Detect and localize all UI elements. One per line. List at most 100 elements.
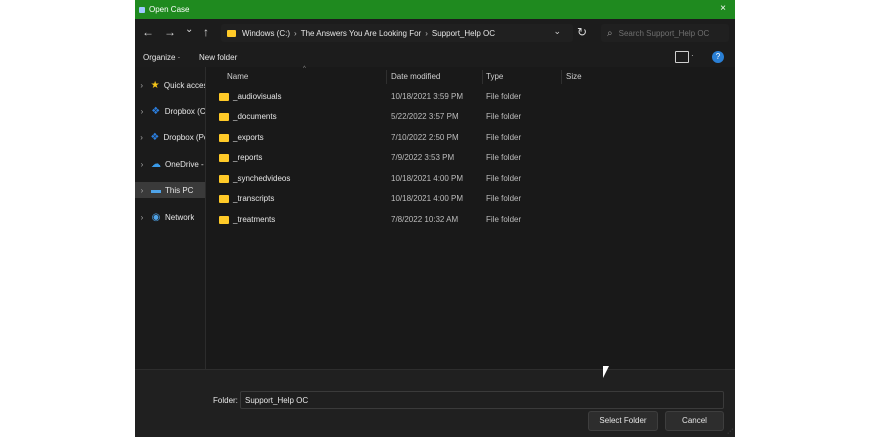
sidebar-item-onedrive[interactable]: › ☁ OneDrive - <box>135 156 205 172</box>
dropbox-icon: ❖ <box>151 105 161 117</box>
refresh-icon[interactable]: ↻ <box>577 25 587 39</box>
file-date: 10/18/2021 4:00 PM <box>391 194 464 203</box>
sidebar-item-label: OneDrive - <box>165 159 204 169</box>
column-divider[interactable] <box>386 70 387 84</box>
title-bar: Open Case × <box>135 0 735 19</box>
file-name: _audiovisuals <box>233 92 282 101</box>
sidebar-item-dropbox-c[interactable]: › ❖ Dropbox (C <box>135 103 205 119</box>
file-row[interactable]: _exports 7/10/2022 2:50 PM File folder <box>206 129 735 149</box>
navigation-bar: ← → ⌄ ↑ Windows (C:) › The Answers You A… <box>135 19 735 47</box>
sidebar-item-label: This PC <box>165 185 194 195</box>
folder-icon <box>219 154 229 162</box>
sidebar-item-label: Quick acces <box>163 80 205 90</box>
file-row[interactable]: _audiovisuals 10/18/2021 3:59 PM File fo… <box>206 88 735 108</box>
navigation-pane: › ★ Quick acces › ❖ Dropbox (C › ❖ Dropb… <box>135 67 206 369</box>
folder-icon <box>219 134 229 142</box>
file-row[interactable]: _transcripts 10/18/2021 4:00 PM File fol… <box>206 190 735 210</box>
file-name: _documents <box>233 112 277 121</box>
folder-input[interactable] <box>241 392 723 408</box>
file-type: File folder <box>486 112 522 121</box>
sidebar-item-network[interactable]: › ◉ Network <box>135 209 205 225</box>
search-icon: ⌕ <box>607 27 613 39</box>
file-type: File folder <box>486 174 522 183</box>
forward-icon[interactable]: → <box>164 25 176 39</box>
chevron-down-icon[interactable]: ⌄ <box>553 26 561 37</box>
file-type: File folder <box>486 215 522 224</box>
column-header-date[interactable]: Date modified <box>391 72 440 81</box>
column-divider[interactable] <box>482 70 483 84</box>
file-name: _reports <box>233 153 263 162</box>
sidebar-item-label: Network <box>165 212 195 222</box>
computer-icon: ▬ <box>151 184 161 196</box>
organize-button[interactable]: Organize · <box>143 53 180 62</box>
open-case-dialog: Open Case × ← → ⌄ ↑ Windows (C:) › The A… <box>135 0 735 437</box>
file-list: ^ Name Date modified Type Size _audiovis… <box>206 66 735 369</box>
breadcrumb-drive[interactable]: Windows (C:) <box>242 29 290 38</box>
breadcrumb-parent[interactable]: The Answers You Are Looking For <box>301 29 422 38</box>
sidebar-item-label: Dropbox (Pe <box>163 132 205 142</box>
column-header-name[interactable]: Name <box>227 72 248 81</box>
onedrive-icon: ☁ <box>151 158 161 170</box>
close-icon[interactable]: × <box>720 3 726 15</box>
app-icon <box>139 6 145 13</box>
dropbox-icon: ❖ <box>150 131 160 143</box>
chevron-right-icon[interactable]: › <box>137 107 147 116</box>
chevron-right-icon[interactable]: › <box>137 160 147 169</box>
file-type: File folder <box>486 194 522 203</box>
breadcrumb-separator[interactable]: › <box>425 29 428 38</box>
view-dropdown[interactable]: · <box>691 51 694 60</box>
back-icon[interactable]: ← <box>142 25 154 39</box>
help-icon[interactable]: ? <box>712 51 724 63</box>
column-header-size[interactable]: Size <box>566 72 582 81</box>
sidebar-item-this-pc[interactable]: › ▬ This PC <box>135 182 205 198</box>
file-row[interactable]: _synchedvideos 10/18/2021 4:00 PM File f… <box>206 170 735 190</box>
address-bar[interactable]: Windows (C:) › The Answers You Are Looki… <box>221 24 573 42</box>
folder-icon <box>227 29 236 37</box>
select-folder-button[interactable]: Select Folder <box>588 411 658 431</box>
new-folder-button[interactable]: New folder <box>199 53 237 62</box>
file-name: _treatments <box>233 215 276 224</box>
network-icon: ◉ <box>151 211 161 223</box>
up-icon[interactable]: ↑ <box>203 25 209 39</box>
file-type: File folder <box>486 153 522 162</box>
breadcrumb-current[interactable]: Support_Help OC <box>432 29 495 38</box>
sidebar-item-dropbox-p[interactable]: › ❖ Dropbox (Pe <box>135 129 205 145</box>
breadcrumb-separator[interactable]: › <box>294 29 297 38</box>
folder-icon <box>219 195 229 203</box>
search-placeholder[interactable]: Search Support_Help OC <box>619 29 710 38</box>
view-options-icon[interactable] <box>675 51 689 63</box>
file-name: _transcripts <box>233 194 275 203</box>
file-date: 10/18/2021 3:59 PM <box>391 92 464 101</box>
file-row[interactable]: _treatments 7/8/2022 10:32 AM File folde… <box>206 211 735 231</box>
file-type: File folder <box>486 92 522 101</box>
resize-grip-icon[interactable]: ⋰ <box>727 428 733 435</box>
star-icon: ★ <box>150 79 160 91</box>
file-type: File folder <box>486 133 522 142</box>
file-date: 5/22/2022 3:57 PM <box>391 112 459 121</box>
file-row[interactable]: _reports 7/9/2022 3:53 PM File folder <box>206 149 735 169</box>
chevron-right-icon[interactable]: › <box>137 186 147 195</box>
sidebar-item-quick-access[interactable]: › ★ Quick acces <box>135 77 205 93</box>
chevron-right-icon[interactable]: › <box>137 133 146 142</box>
cancel-button[interactable]: Cancel <box>665 411 724 431</box>
file-name: _synchedvideos <box>233 174 291 183</box>
chevron-right-icon[interactable]: › <box>137 81 146 90</box>
folder-field-label: Folder: <box>213 396 238 405</box>
file-date: 10/18/2021 4:00 PM <box>391 174 464 183</box>
window-title: Open Case <box>149 5 190 14</box>
column-header-type[interactable]: Type <box>486 72 503 81</box>
search-box[interactable]: ⌕ Search Support_Help OC <box>601 24 729 42</box>
folder-icon <box>219 113 229 121</box>
folder-icon <box>219 216 229 224</box>
file-row[interactable]: _documents 5/22/2022 3:57 PM File folder <box>206 108 735 128</box>
mouse-pointer-icon <box>603 366 609 378</box>
file-name: _exports <box>233 133 264 142</box>
recent-locations-icon[interactable]: ⌄ <box>185 23 193 37</box>
command-bar: Organize · New folder · ? <box>135 47 735 67</box>
column-header-row: ^ Name Date modified Type Size <box>206 66 735 85</box>
folder-field[interactable] <box>240 391 724 409</box>
column-divider[interactable] <box>561 70 562 84</box>
chevron-right-icon[interactable]: › <box>137 213 147 222</box>
dialog-footer: Folder: Select Folder Cancel ⋰ <box>135 369 735 437</box>
sidebar-item-label: Dropbox (C <box>164 106 205 116</box>
